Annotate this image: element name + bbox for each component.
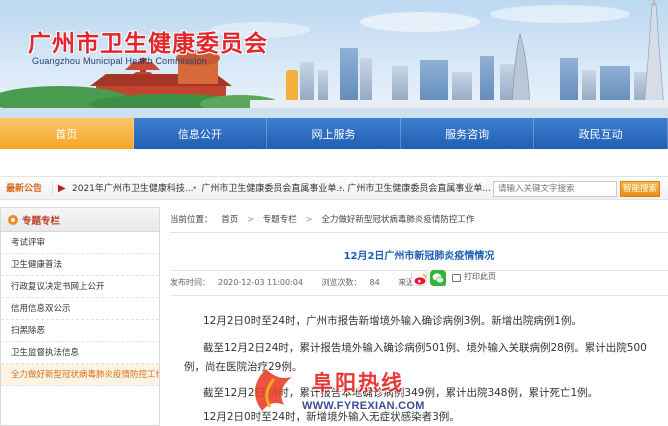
weibo-share-icon[interactable] (411, 270, 427, 286)
notice-label: 最新公告 (6, 184, 43, 194)
nav-online-service[interactable]: 网上服务 (267, 118, 401, 149)
sidebar-item-credit-info[interactable]: 信用信息双公示 (1, 298, 159, 320)
site-subtitle: Guangzhou Municipal Health Commission (32, 56, 207, 66)
article-paragraph: 例，尚在医院治疗29例。 (184, 361, 303, 373)
wechat-share-icon[interactable] (430, 270, 446, 286)
breadcrumb-prefix: 当前位置： (170, 215, 213, 225)
breadcrumb-topics[interactable]: 专题专栏 (263, 215, 297, 225)
sidebar-header: 专题专栏 (1, 208, 159, 232)
notice-item-text[interactable]: 广州市卫生健康委员会直属事业单... (201, 184, 345, 194)
notice-arrow-icon: ▶ (58, 183, 66, 194)
sidebar: 专题专栏 考试评审 卫生健康普法 行政复议决定书网上公开 信用信息双公示 扫黑除… (0, 207, 160, 426)
breadcrumb-separator: > (305, 215, 313, 225)
print-icon[interactable] (452, 274, 461, 282)
sidebar-item-anti-crime[interactable]: 扫黑除恶 (1, 320, 159, 342)
sidebar-item-admin-review[interactable]: 行政复议决定书网上公开 (1, 276, 159, 298)
main-nav: 首页 信息公开 网上服务 服务咨询 政民互动 (0, 118, 668, 149)
breadcrumb-current[interactable]: 全力做好新型冠状病毒肺炎疫情防控工作 (321, 215, 474, 225)
bullet-icon: • (192, 184, 198, 194)
search-button[interactable]: 智能搜索 (620, 181, 660, 197)
views-value: 84 (369, 278, 380, 287)
breadcrumb-home[interactable]: 首页 (221, 215, 238, 225)
sidebar-item-supervision[interactable]: 卫生监督执法信息 (1, 342, 159, 364)
nav-service-inquiry[interactable]: 服务咨询 (401, 118, 535, 149)
sidebar-title: 专题专栏 (22, 216, 61, 227)
nav-home[interactable]: 首页 (0, 118, 134, 149)
publish-label: 发布时间： (170, 278, 210, 287)
view-count: 浏览次数： 84 (322, 278, 388, 287)
notice-item[interactable]: • 广州市卫生健康委员会直属事业单... (192, 181, 345, 197)
breadcrumb: 当前位置： 首页 > 专题专栏 > 全力做好新型冠状病毒肺炎疫情防控工作 (170, 207, 668, 233)
breadcrumb-separator: > (246, 215, 255, 225)
notice-item-text[interactable]: 广州市卫生健康委员会直属事业单... (347, 184, 491, 194)
watermark-url: WWW.FYREXIAN.COM (302, 400, 425, 412)
header-banner: 广州市卫生健康委员会 Guangzhou Municipal Health Co… (0, 0, 668, 118)
site-title: 广州市卫生健康委员会 (28, 31, 268, 57)
bullet-icon (8, 215, 18, 225)
notice-item[interactable]: • 广州市卫生健康委员会直属事业单... (338, 181, 491, 197)
sidebar-item-exam-review[interactable]: 考试评审 (1, 232, 159, 254)
nav-public-interaction[interactable]: 政民互动 (534, 118, 668, 149)
publish-time-value: 2020-12-03 11:00:04 (218, 278, 303, 287)
sidebar-item-covid[interactable]: 全力做好新型冠状病毒肺炎疫情防控工作 (1, 364, 159, 386)
article-title: 12月2日广州市新冠肺炎疫情情况 (343, 251, 495, 262)
notice-item-text[interactable]: 2021年广州市卫生健康科技... (72, 184, 194, 194)
watermark-title: 阜阳热线 (312, 371, 404, 395)
print-link[interactable]: 打印此页 (464, 271, 496, 282)
notice-divider (52, 182, 53, 196)
views-label: 浏览次数： (321, 278, 362, 287)
article-paragraph: 12月2日0时至24时，广州市报告新增境外输入确诊病例3例。新增出院病例1例。 (203, 315, 582, 327)
sidebar-item-health-law[interactable]: 卫生健康普法 (1, 254, 159, 276)
article-paragraph: 截至12月2日24时，累计报告境外输入确诊病例501例、境外输入关联病例28例。… (203, 342, 647, 354)
publish-time: 发布时间： 2020-12-03 11:00:04 (170, 278, 311, 287)
search-input[interactable] (493, 181, 617, 197)
nav-info-disclosure[interactable]: 信息公开 (134, 118, 268, 149)
bullet-icon: • (338, 184, 344, 194)
notice-item[interactable]: 2021年广州市卫生健康科技... (72, 181, 194, 197)
notice-bar: 最新公告 ▶ 2021年广州市卫生健康科技... • 广州市卫生健康委员会直属事业… (0, 176, 668, 200)
